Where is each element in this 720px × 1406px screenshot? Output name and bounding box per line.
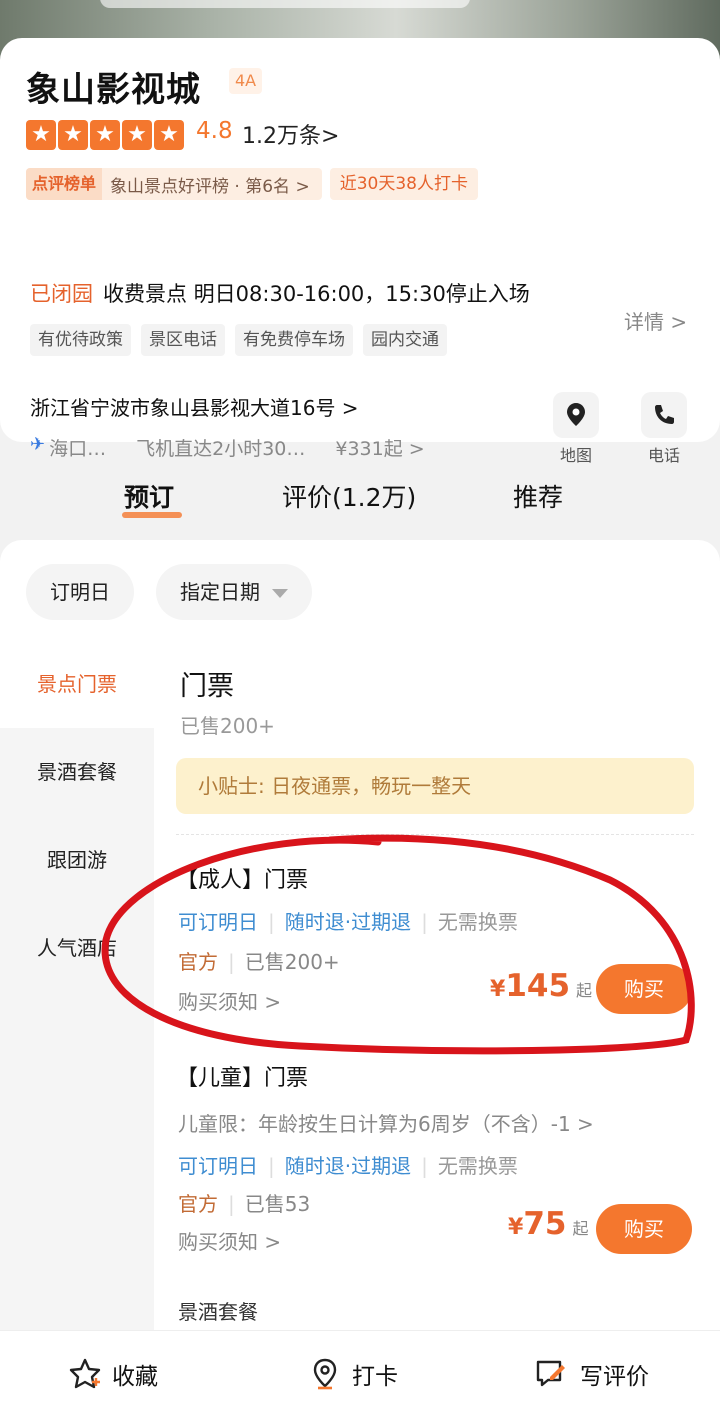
- section-tabs: 预订 评价(1.2万) 推荐: [0, 478, 720, 528]
- star-icon: ★: [122, 120, 152, 150]
- sidenav-item-hotels[interactable]: 人气酒店: [0, 904, 154, 992]
- caret-down-icon: [272, 589, 288, 598]
- book-tomorrow-chip[interactable]: 订明日: [26, 564, 134, 620]
- ticket-list: 门票 已售200+ 小贴士: 日夜通票，畅玩一整天 【成人】门票 可订明日 | 随时…: [154, 640, 720, 1330]
- review-count-link[interactable]: 1.2万条>: [242, 118, 339, 150]
- closed-status: 已闭园: [30, 282, 93, 306]
- plane-icon: ✈: [30, 434, 46, 455]
- feature-tag[interactable]: 园内交通: [363, 324, 447, 356]
- age-limit-note[interactable]: 儿童限：年龄按生日计算为6周岁（不含）-1 >: [178, 1108, 594, 1137]
- purchase-notice-link[interactable]: 购买须知 >: [178, 986, 281, 1015]
- phone-button[interactable]: 电话: [640, 392, 688, 466]
- checkin-label: 打卡: [352, 1364, 398, 1390]
- transport-info[interactable]: ✈ 海口… 飞机直达2小时30… ¥331起 >: [30, 434, 425, 461]
- bottom-action-bar: 收藏 打卡 写评价: [0, 1330, 720, 1406]
- pick-date-chip[interactable]: 指定日期: [156, 564, 312, 620]
- ticket-name: 【成人】门票: [176, 868, 309, 893]
- official-label: 官方: [178, 1192, 218, 1216]
- policy-refund: 随时退·过期退: [284, 1154, 412, 1178]
- policy-bookable: 可订明日: [178, 910, 258, 934]
- rank-label: 点评榜单: [26, 168, 103, 200]
- star-icon: ★: [58, 120, 88, 150]
- attraction-info-card: 象山影视城 4A ★ ★ ★ ★ ★ 4.8 1.2万条> 点评榜单 象山景点好…: [0, 38, 720, 465]
- buy-button[interactable]: 购买: [596, 964, 692, 1014]
- favorite-button[interactable]: 收藏: [68, 1357, 158, 1391]
- star-icon: ★: [154, 120, 184, 150]
- feature-tag[interactable]: 有免费停车场: [235, 324, 353, 356]
- sidenav-item-group-tours[interactable]: 跟团游: [0, 816, 154, 904]
- transport-origin: 海口…: [49, 438, 107, 460]
- feature-tag[interactable]: 有优待政策: [30, 324, 131, 356]
- level-badge: 4A: [229, 68, 263, 94]
- transport-route: 飞机直达2小时30…: [136, 438, 306, 460]
- address-link[interactable]: 浙江省宁波市象山县影视大道16号 >: [30, 392, 359, 421]
- ticket-meta: 官方 | 已售200+: [178, 950, 340, 974]
- phone-icon: [641, 392, 687, 438]
- feature-tags: 有优待政策 景区电话 有免费停车场 园内交通: [30, 324, 447, 356]
- ticket-policy: 可订明日 | 随时退·过期退 | 无需换票: [178, 1154, 518, 1178]
- map-pin-icon: [553, 392, 599, 438]
- opening-hours: 收费景点 明日08:30-16:00，15:30停止入场: [103, 282, 530, 306]
- location-pin-icon: [313, 1358, 337, 1390]
- ticket-policy: 可订明日 | 随时退·过期退 | 无需换票: [178, 910, 518, 934]
- section-title: 门票: [180, 671, 234, 702]
- map-button[interactable]: 地图: [552, 392, 600, 466]
- purchase-notice-link[interactable]: 购买须知 >: [178, 1226, 281, 1255]
- feature-tag[interactable]: 景区电话: [141, 324, 225, 356]
- star-icon: ★: [26, 120, 56, 150]
- policy-refund: 随时退·过期退: [284, 910, 412, 934]
- policy-bookable: 可订明日: [178, 1154, 258, 1178]
- pick-date-label: 指定日期: [180, 580, 260, 604]
- divider: [176, 834, 694, 835]
- write-review-label: 写评价: [580, 1364, 649, 1390]
- rank-row: 点评榜单 象山景点好评榜 · 第6名 > 近30天38人打卡: [26, 168, 478, 200]
- checkin-count-badge[interactable]: 近30天38人打卡: [329, 168, 478, 200]
- favorite-label: 收藏: [112, 1364, 158, 1390]
- ticket-meta: 官方 | 已售53: [178, 1192, 311, 1216]
- tab-recommend[interactable]: 推荐: [513, 478, 563, 514]
- edit-review-icon: [536, 1360, 565, 1387]
- map-label: 地图: [559, 446, 592, 465]
- ticket-child[interactable]: 【儿童】门票 儿童限：年龄按生日计算为6周岁（不含）-1 > 可订明日 | 随时退·…: [154, 1060, 720, 1290]
- next-section-heading: 景酒套餐: [178, 1300, 258, 1324]
- ticket-price: ¥75 起: [508, 1206, 589, 1242]
- official-label: 官方: [178, 950, 218, 974]
- write-review-button[interactable]: 写评价: [534, 1357, 649, 1391]
- ticket-sold-count: 已售200+: [244, 950, 340, 974]
- star-icon: ★: [90, 120, 120, 150]
- category-sidenav: 景点门票 景酒套餐 跟团游 人气酒店: [0, 640, 154, 1330]
- tab-reviews[interactable]: 评价(1.2万): [282, 478, 416, 514]
- transport-price: ¥331起 >: [335, 438, 425, 460]
- phone-label: 电话: [647, 446, 680, 465]
- attraction-title: 象山影视城: [26, 70, 201, 110]
- section-sold-count: 已售200+: [180, 714, 275, 738]
- tip-banner: 小贴士: 日夜通票，畅玩一整天: [176, 758, 694, 814]
- ticket-price: ¥145 起: [490, 968, 593, 1004]
- opening-status: 已闭园 收费景点 明日08:30-16:00，15:30停止入场: [30, 278, 530, 308]
- sidenav-item-tickets[interactable]: 景点门票: [0, 640, 154, 728]
- booking-card: 订明日 指定日期 景点门票 景酒套餐 跟团游 人气酒店 门票 已售200+ 小贴…: [0, 540, 720, 1330]
- star-rating: ★ ★ ★ ★ ★: [26, 120, 184, 150]
- star-outline-icon: [69, 1358, 101, 1389]
- tab-booking[interactable]: 预订: [124, 478, 174, 514]
- checkin-button[interactable]: 打卡: [308, 1357, 398, 1391]
- ticket-name: 【儿童】门票: [176, 1066, 309, 1091]
- rank-text: 象山景点好评榜 · 第6名 >: [110, 176, 310, 197]
- ticket-sold-count: 已售53: [244, 1192, 311, 1216]
- policy-no-exchange: 无需换票: [437, 910, 518, 934]
- ticket-adult[interactable]: 【成人】门票 可订明日 | 随时退·过期退 | 无需换票 官方 | 已售200+ 购买须知 …: [154, 862, 720, 1042]
- policy-no-exchange: 无需换票: [437, 1154, 518, 1178]
- detail-link[interactable]: 详情 >: [624, 306, 687, 335]
- buy-button[interactable]: 购买: [596, 1204, 692, 1254]
- rank-badge[interactable]: 点评榜单 象山景点好评榜 · 第6名 >: [26, 168, 322, 200]
- rating-score: 4.8: [196, 118, 233, 144]
- sidenav-item-hotel-packages[interactable]: 景酒套餐: [0, 728, 154, 816]
